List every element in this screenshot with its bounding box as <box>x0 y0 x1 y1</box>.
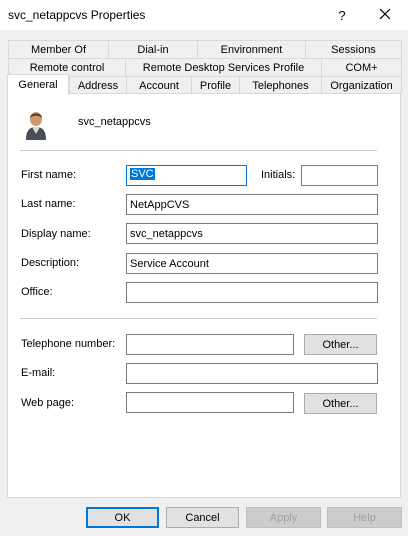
tab-profile[interactable]: Profile <box>191 76 240 94</box>
apply-button[interactable]: Apply <box>246 507 321 528</box>
tab-dial-in[interactable]: Dial-in <box>108 40 198 58</box>
office-field[interactable] <box>126 282 378 303</box>
email-field[interactable] <box>126 363 378 384</box>
help-button[interactable]: Help <box>327 507 402 528</box>
tab-account[interactable]: Account <box>126 76 192 94</box>
divider <box>20 318 377 319</box>
initials-field[interactable] <box>301 165 378 186</box>
ok-button[interactable]: OK <box>86 507 159 528</box>
tab-telephones[interactable]: Telephones <box>239 76 322 94</box>
web-page-other-button[interactable]: Other... <box>304 393 377 414</box>
tab-environment[interactable]: Environment <box>197 40 306 58</box>
display-name-label: Display name: <box>21 228 91 240</box>
last-name-label: Last name: <box>21 198 76 210</box>
user-icon <box>20 108 52 140</box>
email-label: E-mail: <box>21 367 56 379</box>
tab-general[interactable]: General <box>7 74 69 95</box>
telephone-other-button[interactable]: Other... <box>304 334 377 355</box>
description-label: Description: <box>21 257 80 269</box>
description-field[interactable] <box>126 253 378 274</box>
first-name-value: SVC <box>130 168 155 180</box>
telephone-label: Telephone number: <box>21 338 116 350</box>
web-page-field[interactable] <box>126 392 294 413</box>
title-bar: svc_netappcvs Properties ? <box>0 0 408 30</box>
tab-address[interactable]: Address <box>69 76 127 94</box>
telephone-field[interactable] <box>126 334 294 355</box>
close-icon <box>379 8 391 23</box>
tab-organization[interactable]: Organization <box>321 76 402 94</box>
tab-sessions[interactable]: Sessions <box>305 40 402 58</box>
tab-member-of[interactable]: Member Of <box>8 40 109 58</box>
window-title: svc_netappcvs Properties <box>8 8 146 22</box>
display-name-field[interactable] <box>126 223 378 244</box>
first-name-field[interactable]: SVC <box>126 165 247 186</box>
web-page-label: Web page: <box>21 397 75 409</box>
last-name-field[interactable] <box>126 194 378 215</box>
tab-com-plus[interactable]: COM+ <box>321 58 402 76</box>
user-name: svc_netappcvs <box>78 116 151 128</box>
tab-remote-desktop-services-profile[interactable]: Remote Desktop Services Profile <box>125 58 322 76</box>
cancel-button[interactable]: Cancel <box>166 507 239 528</box>
close-button[interactable] <box>370 2 400 28</box>
first-name-label: First name: <box>21 169 77 181</box>
initials-label: Initials: <box>261 169 296 181</box>
divider <box>20 150 377 151</box>
help-title-button[interactable]: ? <box>327 2 357 28</box>
office-label: Office: <box>21 286 53 298</box>
